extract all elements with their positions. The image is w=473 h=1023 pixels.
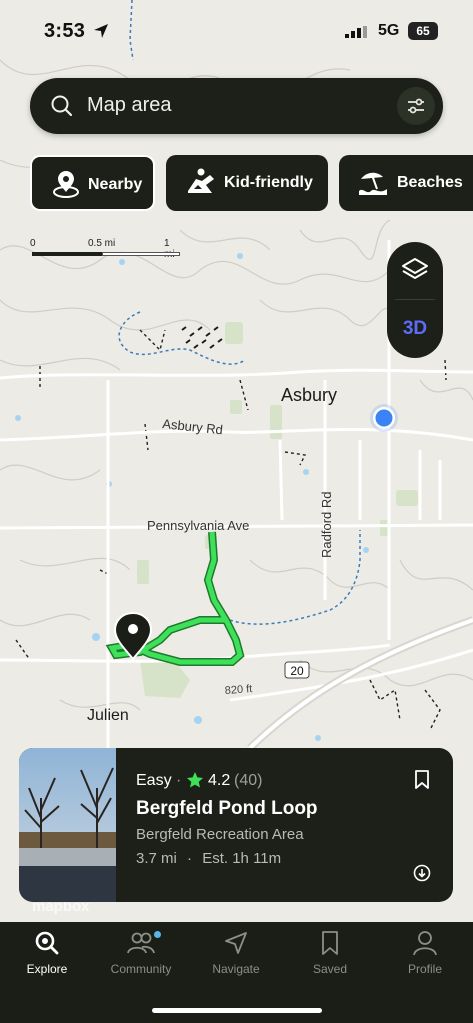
signal-icon — [345, 26, 367, 38]
search-input[interactable]: Map area — [87, 94, 172, 117]
bookmark-icon — [322, 931, 338, 955]
tab-saved[interactable]: Saved — [283, 930, 377, 976]
scale-bar-dark — [32, 252, 102, 256]
trail-area: Bergfeld Recreation Area — [136, 826, 304, 843]
trail-separator: · — [176, 772, 182, 789]
chip-nearby[interactable]: Nearby — [30, 155, 155, 211]
sliders-icon — [408, 98, 424, 114]
search-bar[interactable]: Map area — [30, 78, 443, 134]
chip-nearby-label: Nearby — [88, 176, 143, 193]
trail-difficulty: Easy — [136, 772, 172, 789]
trail-rating: 4.2 — [208, 772, 231, 789]
map-label-pennsylvania-ave: Pennsylvania Ave — [147, 518, 249, 533]
trail-photo — [19, 748, 116, 902]
map-label-julien: Julien — [87, 707, 129, 724]
map-label-radford-rd: Radford Rd — [319, 492, 334, 558]
tab-explore-label: Explore — [26, 962, 68, 976]
layers-icon[interactable] — [401, 256, 429, 284]
star-icon — [187, 772, 203, 788]
map-label-asbury: Asbury — [281, 385, 337, 405]
network-type: 5G — [378, 22, 400, 39]
scale-zero: 0 — [30, 238, 36, 249]
beach-icon — [359, 172, 387, 195]
community-icon — [127, 932, 155, 954]
chip-kid-friendly[interactable]: Kid-friendly — [166, 155, 328, 211]
tab-saved-label: Saved — [312, 962, 348, 976]
navigate-icon — [225, 932, 247, 954]
tab-navigate[interactable]: Navigate — [189, 930, 283, 976]
status-time: 3:53 — [44, 20, 86, 42]
map-controls: 3D — [387, 242, 443, 358]
trail-length: 3.7 mi — [136, 850, 177, 867]
trail-duration: Est. 1h 11m — [202, 850, 282, 867]
search-icon — [35, 931, 59, 955]
filter-button[interactable] — [397, 87, 435, 125]
scale-one: 1 mi — [164, 238, 175, 260]
tab-profile-label: Profile — [407, 962, 442, 976]
trail-card[interactable]: Easy · 4.2 (40) Bergfeld Pond Loop Bergf… — [19, 748, 453, 902]
tab-community-label: Community — [110, 962, 172, 976]
location-pin-icon — [53, 171, 79, 198]
tab-explore[interactable]: Explore — [0, 930, 94, 976]
trail-meta: 3.7 mi · Est. 1h 11m — [136, 850, 281, 867]
chip-beaches-label: Beaches — [397, 174, 463, 191]
search-icon — [51, 95, 73, 117]
3d-toggle-button[interactable]: 3D — [387, 318, 443, 340]
scale-half: 0.5 mi — [88, 238, 116, 249]
profile-icon — [413, 931, 437, 956]
kid-friendly-icon — [188, 168, 214, 193]
current-location-dot — [370, 404, 398, 432]
battery-icon: 65 — [408, 22, 438, 40]
home-indicator[interactable] — [152, 1008, 322, 1013]
meta-separator: · — [187, 850, 193, 867]
location-arrow-icon — [94, 24, 108, 38]
map-scale: 0 0.5 mi 1 mi — [30, 238, 182, 262]
bookmark-icon[interactable] — [414, 770, 430, 790]
status-bar: 3:53 5G 65 — [0, 0, 473, 60]
trail-name: Bergfeld Pond Loop — [136, 798, 318, 819]
controls-divider — [395, 299, 435, 300]
scale-bar-light — [102, 252, 180, 256]
map-label-elevation: 820 ft — [224, 683, 252, 697]
trail-review-count: (40) — [234, 772, 263, 789]
chip-beaches[interactable]: Beaches — [339, 155, 473, 211]
tab-community[interactable]: Community — [94, 930, 188, 976]
tab-profile[interactable]: Profile — [378, 930, 472, 976]
download-icon[interactable] — [413, 864, 431, 882]
tab-navigate-label: Navigate — [212, 962, 260, 976]
route-number: 20 — [290, 664, 304, 678]
chip-kid-friendly-label: Kid-friendly — [224, 174, 313, 191]
notification-dot — [154, 931, 161, 938]
